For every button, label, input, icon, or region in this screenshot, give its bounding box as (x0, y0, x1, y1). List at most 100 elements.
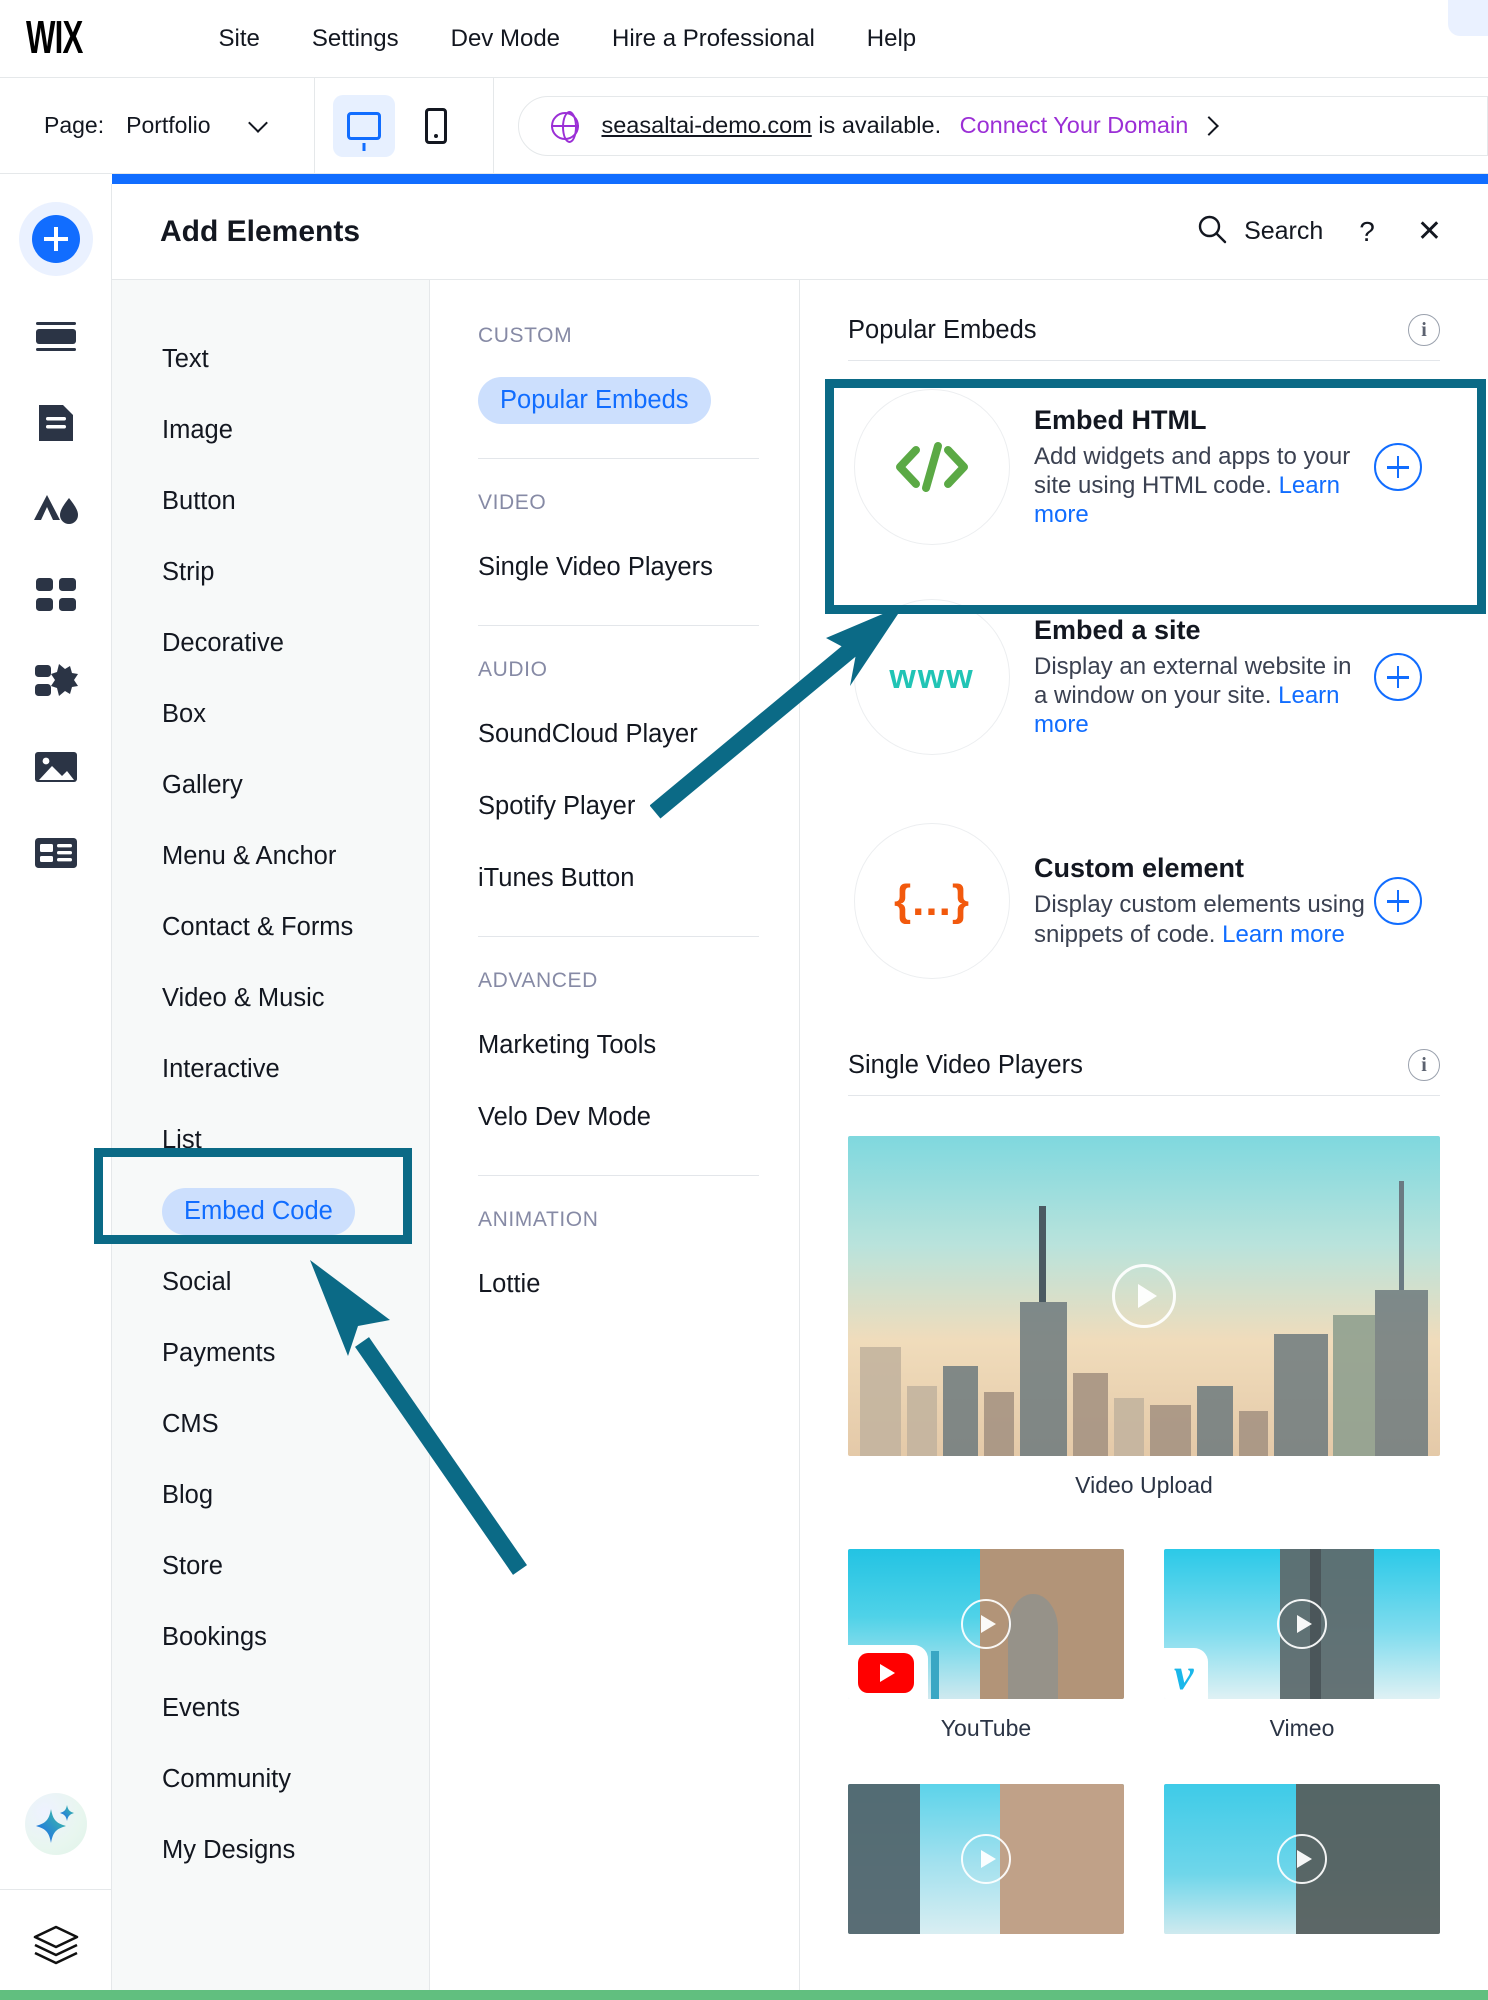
subcategory-itunes-button[interactable]: iTunes Button (430, 842, 799, 914)
rail-sections-button[interactable] (0, 294, 112, 380)
search-button[interactable]: Search (1196, 213, 1323, 250)
globe-icon (551, 111, 580, 144)
rail-add-elements-button[interactable] (0, 184, 112, 294)
info-icon[interactable]: i (1408, 314, 1440, 346)
category-label: Text (162, 345, 209, 373)
subcategory-soundcloud-player[interactable]: SoundCloud Player (430, 698, 799, 770)
top-menu: Site Settings Dev Mode Hire a Profession… (193, 25, 943, 53)
top-menu-bar: WIX Site Settings Dev Mode Hire a Profes… (0, 0, 1488, 78)
www-icon: www (854, 599, 1010, 755)
category-label: Contact & Forms (162, 913, 354, 941)
category-label: Interactive (162, 1055, 280, 1083)
category-label: Video & Music (162, 984, 325, 1012)
search-icon (1196, 213, 1228, 250)
subcategory-velo-dev-mode[interactable]: Velo Dev Mode (430, 1081, 799, 1153)
chevron-down-icon[interactable] (250, 116, 270, 136)
subcategory-single-video-players[interactable]: Single Video Players (430, 531, 799, 603)
single-video-players-header: Single Video Players i (848, 1049, 1440, 1096)
embed-card-custom-element[interactable]: {...} Custom element Display custom elem… (848, 789, 1440, 1013)
page-toolbar: Page: Portfolio seasaltai-demo.com is av… (0, 77, 1488, 174)
search-label: Search (1244, 217, 1324, 245)
sidebar-item-interactive[interactable]: Interactive (112, 1034, 429, 1105)
info-icon[interactable]: i (1408, 1049, 1440, 1081)
rail-ai-assistant-button[interactable] (0, 1759, 112, 1889)
play-icon[interactable] (1277, 1834, 1327, 1884)
sidebar-item-embed-code[interactable]: Embed Code (112, 1176, 429, 1247)
embed-card-embed-html[interactable]: Embed HTML Add widgets and apps to your … (848, 369, 1440, 565)
rail-cms-button[interactable] (0, 810, 112, 896)
sidebar-item-gallery[interactable]: Gallery (112, 750, 429, 821)
subcategory-marketing-tools[interactable]: Marketing Tools (430, 1009, 799, 1081)
sidebar-item-text[interactable]: Text (112, 324, 429, 395)
rail-my-business-button[interactable] (0, 638, 112, 724)
mobile-view-button[interactable] (405, 95, 467, 157)
chevron-right-icon[interactable] (1199, 115, 1220, 136)
rail-pages-button[interactable] (0, 380, 112, 466)
subcategory-lottie[interactable]: Lottie (430, 1248, 799, 1320)
video-item-partial-2[interactable] (1164, 1784, 1440, 1934)
sidebar-item-list[interactable]: List (112, 1105, 429, 1176)
add-element-button[interactable] (1374, 653, 1422, 701)
youtube-logo (848, 1645, 928, 1699)
video-thumbnail-partial-1 (848, 1784, 1124, 1934)
play-icon[interactable] (961, 1834, 1011, 1884)
elements-content: Popular Embeds i Embed HTML Add widgets … (800, 280, 1488, 2000)
vimeo-thumbnail: v (1164, 1549, 1440, 1699)
sidebar-item-contact-and-forms[interactable]: Contact & Forms (112, 892, 429, 963)
sidebar-item-menu-and-anchor[interactable]: Menu & Anchor (112, 821, 429, 892)
category-label: CMS (162, 1410, 219, 1438)
sidebar-item-button[interactable]: Button (112, 466, 429, 537)
sidebar-item-store[interactable]: Store (112, 1531, 429, 1602)
sidebar-item-payments[interactable]: Payments (112, 1318, 429, 1389)
rail-layers-button[interactable] (0, 1890, 112, 2000)
desktop-view-button[interactable] (333, 94, 396, 157)
play-icon[interactable] (1112, 1264, 1176, 1328)
sidebar-item-blog[interactable]: Blog (112, 1460, 429, 1531)
subcategory-label: Lottie (478, 1269, 541, 1298)
video-item-partial-1[interactable] (848, 1784, 1124, 1934)
page-selector-value[interactable]: Portfolio (126, 112, 210, 139)
single-video-players-section: Single Video Players i Video Upload YouT… (848, 1049, 1440, 1934)
sidebar-item-strip[interactable]: Strip (112, 537, 429, 608)
sidebar-item-bookings[interactable]: Bookings (112, 1602, 429, 1673)
subcategory-popular-embeds[interactable]: Popular Embeds (430, 364, 799, 436)
add-element-button[interactable] (1374, 443, 1422, 491)
rail-theme-button[interactable] (0, 466, 112, 552)
play-icon[interactable] (1277, 1599, 1327, 1649)
sidebar-item-image[interactable]: Image (112, 395, 429, 466)
sidebar-item-decorative[interactable]: Decorative (112, 608, 429, 679)
menu-item-dev-mode[interactable]: Dev Mode (425, 25, 586, 53)
video-upload-item[interactable]: Video Upload (848, 1136, 1440, 1499)
connect-your-domain-link[interactable]: Connect Your Domain (960, 112, 1189, 138)
embed-card-title: Embed HTML (1034, 404, 1207, 435)
media-icon (34, 750, 78, 784)
add-element-button[interactable] (1374, 877, 1422, 925)
sidebar-item-box[interactable]: Box (112, 679, 429, 750)
subcategory-spotify-player[interactable]: Spotify Player (430, 770, 799, 842)
help-icon[interactable]: ? (1351, 216, 1383, 248)
close-icon[interactable]: ✕ (1411, 214, 1448, 249)
embed-card-text: Embed a site Display an external website… (1034, 615, 1374, 740)
sidebar-item-cms[interactable]: CMS (112, 1389, 429, 1460)
window-corner-decoration (1448, 0, 1488, 36)
learn-more-link[interactable]: Learn more (1222, 921, 1345, 948)
sidebar-item-my-designs[interactable]: My Designs (112, 1815, 429, 1886)
video-item-vimeo[interactable]: v Vimeo (1164, 1549, 1440, 1742)
wix-logo[interactable]: WIX (26, 13, 83, 65)
sidebar-item-events[interactable]: Events (112, 1673, 429, 1744)
video-item-youtube[interactable]: YouTube (848, 1549, 1124, 1742)
sidebar-item-video-and-music[interactable]: Video & Music (112, 963, 429, 1034)
video-players-grid: YouTube v Vimeo (848, 1549, 1440, 1742)
embed-card-embed-a-site[interactable]: www Embed a site Display an external web… (848, 565, 1440, 789)
play-icon[interactable] (961, 1599, 1011, 1649)
menu-item-help[interactable]: Help (841, 25, 942, 53)
menu-item-settings[interactable]: Settings (286, 25, 425, 53)
menu-item-hire-a-professional[interactable]: Hire a Professional (586, 25, 841, 53)
rail-media-button[interactable] (0, 724, 112, 810)
rail-apps-button[interactable] (0, 552, 112, 638)
domain-name[interactable]: seasaltai-demo.com (601, 112, 811, 138)
sidebar-item-community[interactable]: Community (112, 1744, 429, 1815)
menu-item-site[interactable]: Site (193, 25, 286, 53)
panel-top-accent-bar (112, 174, 1488, 184)
sidebar-item-social[interactable]: Social (112, 1247, 429, 1318)
